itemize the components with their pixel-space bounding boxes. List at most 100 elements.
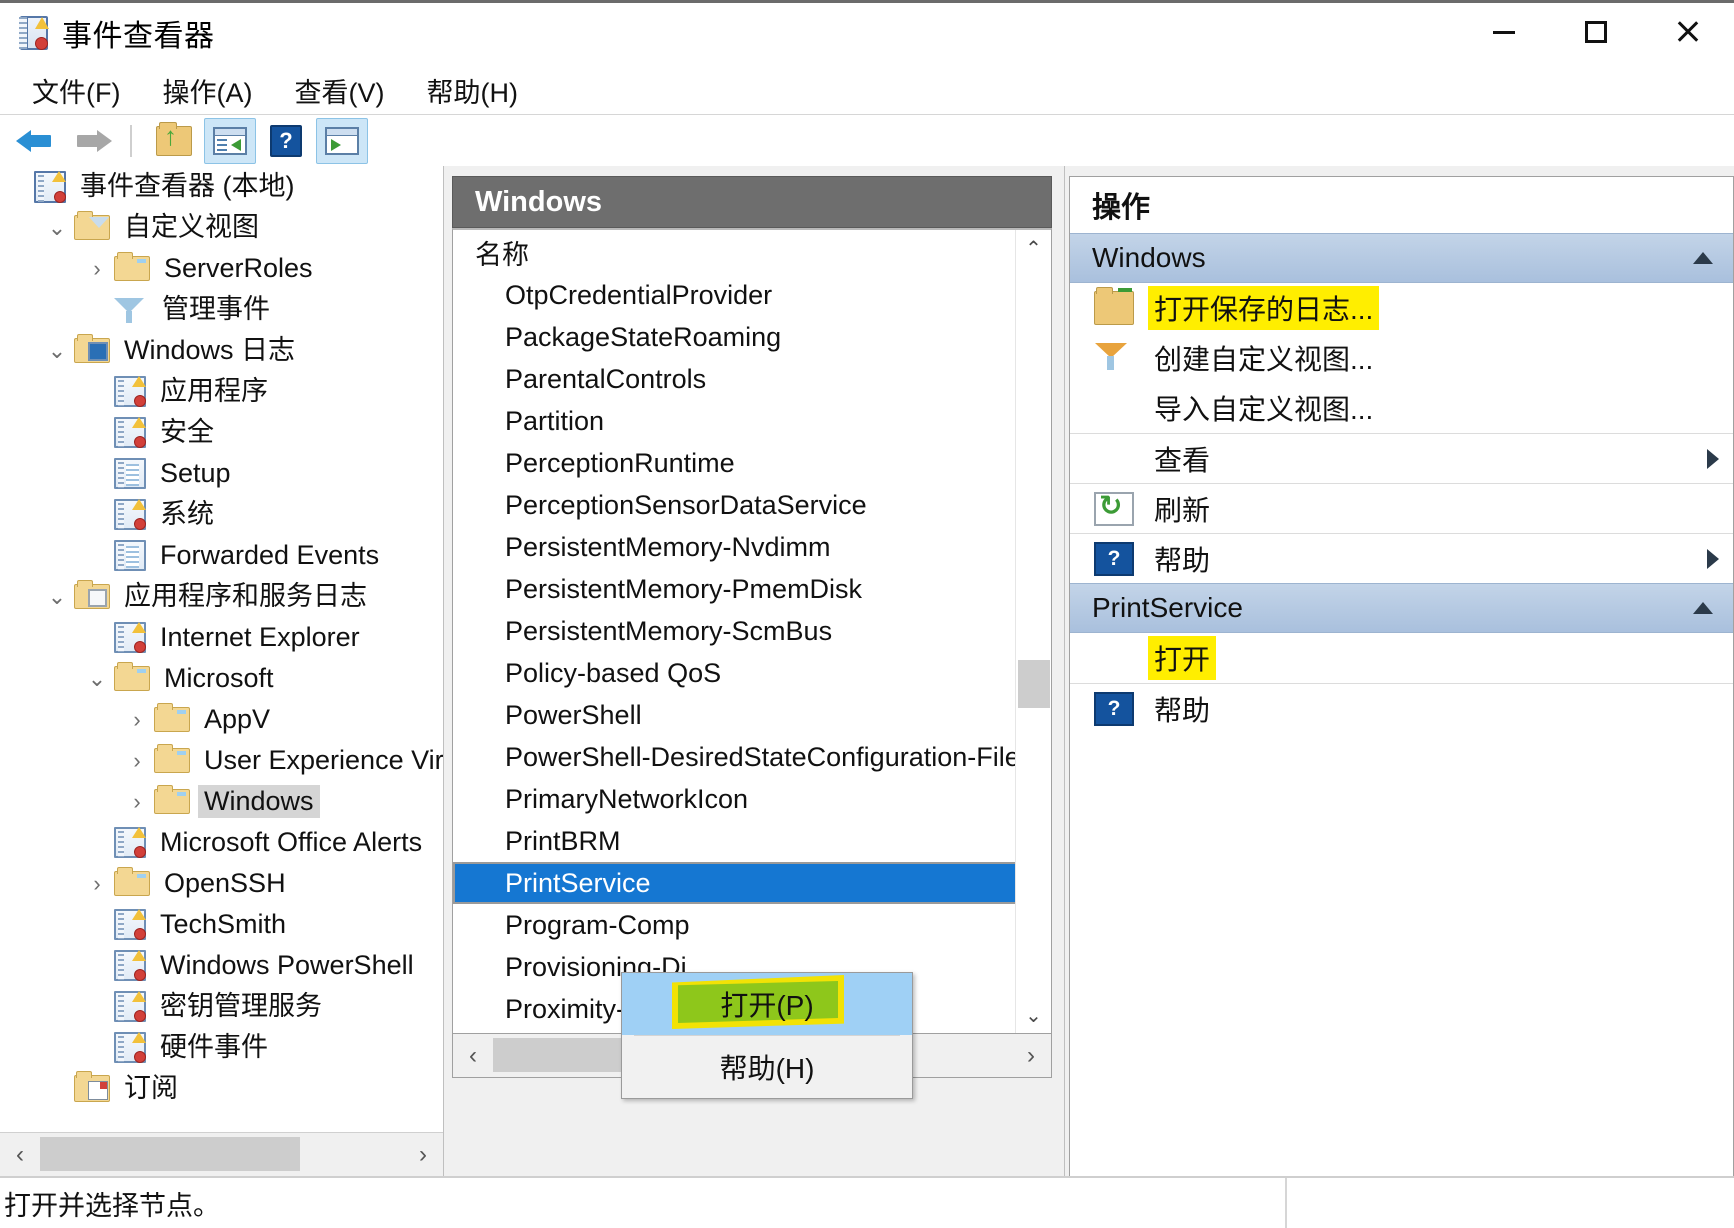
list-scroll-up-arrow[interactable]: ⌃ (1016, 230, 1051, 266)
tree-item-label: Windows 日志 (124, 335, 296, 365)
action-item-0-4[interactable]: 刷新 (1070, 483, 1733, 533)
tree-item-13[interactable]: › AppV (0, 699, 443, 740)
show-hide-action-pane-button[interactable] (316, 117, 368, 164)
back-button[interactable] (10, 118, 62, 164)
list-row[interactable]: PersistentMemory-Nvdimm (453, 526, 1051, 568)
forward-button[interactable] (66, 118, 118, 164)
column-header-name[interactable]: 名称 (453, 230, 1051, 274)
tree-item-2[interactable]: › ServerRoles (0, 248, 443, 289)
tree-item-1[interactable]: ⌄ 自定义视图 (0, 207, 443, 248)
actions-group-header-printservice[interactable]: PrintService (1070, 583, 1733, 633)
tree-item-3[interactable]: 管理事件 (0, 289, 443, 330)
list-rows[interactable]: OtpCredentialProvider PackageStateRoaming… (453, 274, 1051, 1030)
tree-item-22[interactable]: 订阅 (0, 1068, 443, 1109)
tree-item-21[interactable]: 硬件事件 (0, 1027, 443, 1068)
show-hide-console-tree-button[interactable] (204, 117, 256, 164)
list-row[interactable]: OtpCredentialProvider (453, 274, 1051, 316)
action-item-0-1[interactable]: 创建自定义视图... (1070, 333, 1733, 383)
log-icon (114, 950, 146, 981)
tree-item-12[interactable]: ⌄ Microsoft (0, 658, 443, 699)
tree-item-6[interactable]: 安全 (0, 412, 443, 453)
list-row[interactable]: PrintBRM (453, 820, 1051, 862)
list-row[interactable]: PowerShell (453, 694, 1051, 736)
menu-action[interactable]: 操作(A) (144, 69, 270, 112)
action-item-0-2[interactable]: 导入自定义视图... (1070, 383, 1733, 433)
tree-item-8[interactable]: 系统 (0, 494, 443, 535)
tree-item-14[interactable]: › User Experience Virtu (0, 740, 443, 781)
list-row[interactable]: PowerShell-DesiredStateConfiguration-Fil… (453, 736, 1051, 778)
action-item-0-0[interactable]: 打开保存的日志... (1070, 283, 1733, 333)
chevron-up-icon[interactable] (1693, 602, 1713, 614)
action-item-0-3[interactable]: 查看 (1070, 433, 1733, 483)
tree-item-20[interactable]: 密钥管理服务 (0, 986, 443, 1027)
tree-item-18[interactable]: TechSmith (0, 904, 443, 945)
tree-item-7[interactable]: Setup (0, 453, 443, 494)
tree-horizontal-scrollbar[interactable]: ‹ › (0, 1132, 443, 1176)
tree-item-4[interactable]: ⌄ Windows 日志 (0, 330, 443, 371)
tree-item-15[interactable]: › Windows (0, 781, 443, 822)
tree-scroll-thumb[interactable] (40, 1137, 300, 1171)
action-item-0-5[interactable]: ? 帮助 (1070, 533, 1733, 583)
context-menu-item-help[interactable]: 帮助(H) (622, 1036, 912, 1098)
context-menu-item-open[interactable]: 打开(P) (622, 973, 912, 1035)
action-item-label: 帮助 (1154, 544, 1211, 576)
event-viewer-icon (16, 15, 50, 51)
chevron-right-icon[interactable]: › (80, 872, 114, 895)
chevron-right-icon[interactable]: › (120, 749, 154, 772)
action-item-1-0[interactable]: 打开 (1070, 633, 1733, 683)
minimize-button[interactable] (1458, 0, 1550, 64)
chevron-right-icon[interactable]: › (80, 257, 114, 280)
list-row[interactable]: Partition (453, 400, 1051, 442)
list-row[interactable]: Program-Comp (453, 904, 1051, 946)
list-scroll-down-arrow[interactable]: ⌄ (1016, 997, 1051, 1033)
context-menu[interactable]: 打开(P) 帮助(H) (621, 972, 913, 1099)
tree-item-9[interactable]: Forwarded Events (0, 535, 443, 576)
event-viewer-window: 事件查看器 文件(F) 操作(A) 查看(V) 帮助(H) ↑ ? 事件查看器 … (0, 0, 1734, 1228)
list-scroll-right-arrow[interactable]: › (1011, 1034, 1051, 1077)
menu-file[interactable]: 文件(F) (14, 69, 138, 112)
console-tree[interactable]: 事件查看器 (本地) ⌄ 自定义视图 › ServerRoles 管理事件 ⌄ Windows… (0, 166, 443, 1124)
list-scroll-left-arrow[interactable]: ‹ (453, 1034, 493, 1077)
tree-item-11[interactable]: Internet Explorer (0, 617, 443, 658)
list-row[interactable]: Policy-based QoS (453, 652, 1051, 694)
tree-scroll-track[interactable] (40, 1133, 403, 1176)
chevron-down-icon[interactable]: ⌄ (40, 585, 74, 608)
chevron-right-icon[interactable]: › (120, 790, 154, 813)
chevron-down-icon[interactable]: ⌄ (80, 667, 114, 690)
tree-item-19[interactable]: Windows PowerShell (0, 945, 443, 986)
maximize-button[interactable] (1550, 0, 1642, 64)
list-row[interactable]: PersistentMemory-PmemDisk (453, 568, 1051, 610)
chevron-down-icon[interactable]: ⌄ (40, 216, 74, 239)
tree-item-10[interactable]: ⌄ 应用程序和服务日志 (0, 576, 443, 617)
list-row[interactable]: PerceptionSensorDataService (453, 484, 1051, 526)
up-one-level-button[interactable] (148, 118, 200, 164)
tree-item-label: 密钥管理服务 (160, 991, 322, 1021)
list-row[interactable]: PackageStateRoaming (453, 316, 1051, 358)
action-item-label: 帮助 (1154, 694, 1211, 726)
actions-group-header-windows[interactable]: Windows (1070, 233, 1733, 283)
menu-help[interactable]: 帮助(H) (408, 69, 535, 112)
list-body[interactable]: 名称 OtpCredentialProvider PackageStateRoam… (452, 228, 1052, 1034)
chevron-down-icon[interactable]: ⌄ (40, 339, 74, 362)
list-row[interactable]: PerceptionRuntime (453, 442, 1051, 484)
chevron-up-icon[interactable] (1693, 252, 1713, 264)
list-vertical-scrollbar[interactable]: ⌃ ⌄ (1015, 230, 1051, 1033)
tree-item-5[interactable]: 应用程序 (0, 371, 443, 412)
list-row-selected[interactable]: PrintService (453, 862, 1051, 904)
tree-item-0[interactable]: 事件查看器 (本地) (0, 166, 443, 207)
tree-item-17[interactable]: › OpenSSH (0, 863, 443, 904)
action-item-1-1[interactable]: ? 帮助 (1070, 683, 1733, 733)
list-row[interactable]: PrimaryNetworkIcon (453, 778, 1051, 820)
list-row[interactable]: PersistentMemory-ScmBus (453, 610, 1051, 652)
list-row[interactable]: ParentalControls (453, 358, 1051, 400)
menu-view[interactable]: 查看(V) (276, 69, 402, 112)
tree-item-16[interactable]: Microsoft Office Alerts (0, 822, 443, 863)
chevron-right-icon[interactable]: › (120, 708, 154, 731)
list-scroll-thumb[interactable] (1018, 660, 1050, 708)
help-button[interactable]: ? (260, 118, 312, 164)
subscription-icon (74, 1071, 110, 1102)
tree-scroll-left-arrow[interactable]: ‹ (0, 1133, 40, 1176)
close-button[interactable] (1642, 0, 1734, 64)
funnel-icon (1094, 341, 1134, 375)
tree-scroll-right-arrow[interactable]: › (403, 1133, 443, 1176)
